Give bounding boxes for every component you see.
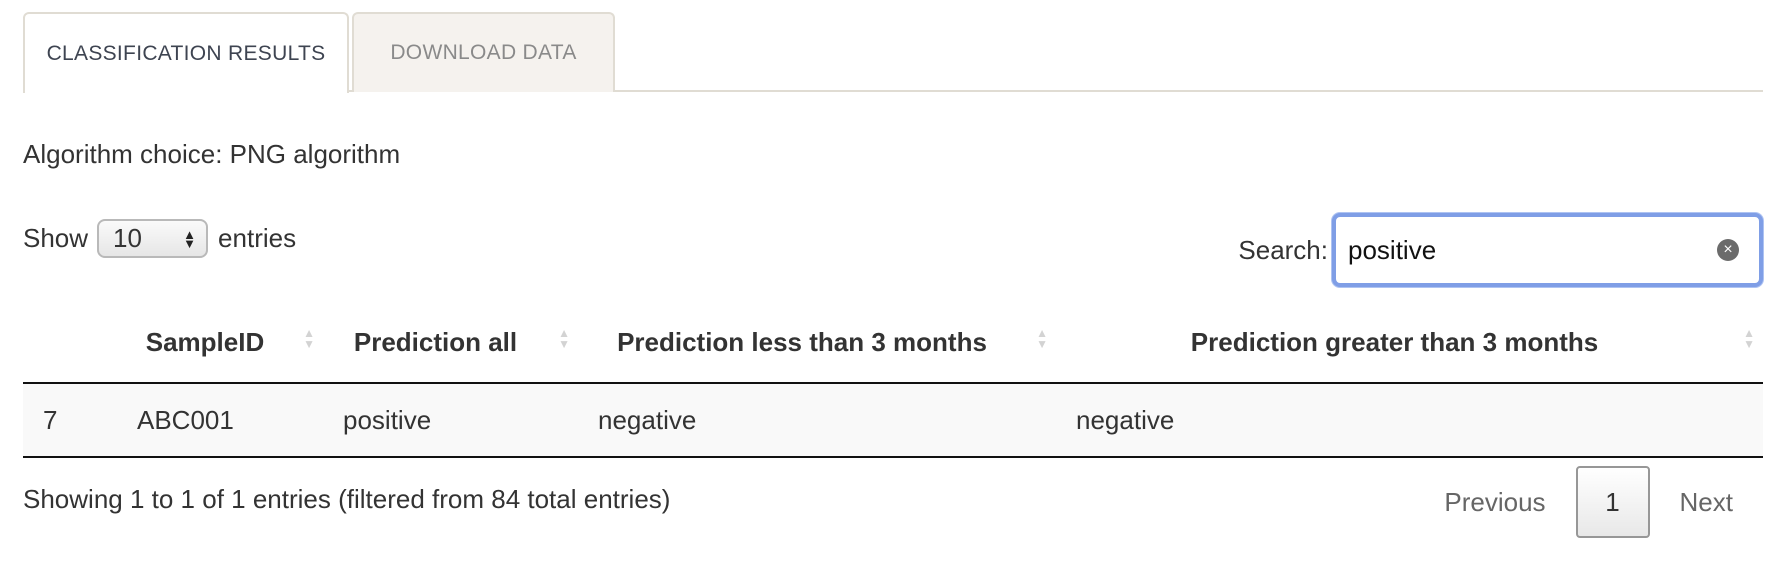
entries-per-page-value: 10 (113, 223, 142, 253)
previous-page-button[interactable]: Previous (1414, 465, 1575, 539)
table-header-row: SampleID ▲ ▼ Prediction all ▲ ▼ Prediction… (23, 305, 1763, 384)
tab-classification-results-label: CLASSIFICATION RESULTS (46, 41, 326, 65)
column-header-prediction-less-3m-label: Prediction less than 3 months (617, 327, 987, 357)
tab-bar: CLASSIFICATION RESULTS DOWNLOAD DATA (23, 0, 1763, 93)
tab-classification-results[interactable]: CLASSIFICATION RESULTS (23, 12, 349, 93)
search-box: × (1332, 213, 1763, 287)
datatable-panel: CLASSIFICATION RESULTS DOWNLOAD DATA Alg… (23, 0, 1763, 538)
tab-download-data[interactable]: DOWNLOAD DATA (352, 12, 615, 92)
table-info-text: Showing 1 to 1 of 1 entries (filtered fr… (23, 484, 671, 514)
algorithm-choice-text: Algorithm choice: PNG algorithm (23, 139, 401, 169)
entries-label: entries (218, 223, 297, 253)
column-header-prediction-greater-3m-label: Prediction greater than 3 months (1190, 327, 1599, 357)
cell-prediction-less-3m: negative (578, 383, 1056, 458)
column-header-prediction-less-3m[interactable]: Prediction less than 3 months ▲ ▼ (578, 305, 1056, 384)
table-row[interactable]: 7 ABC001 positive negative negative (23, 383, 1763, 458)
pagination: Previous 1 Next (1414, 465, 1763, 539)
cell-prediction-all: positive (323, 383, 578, 458)
next-page-button[interactable]: Next (1650, 465, 1763, 539)
cell-prediction-greater-3m: negative (1056, 383, 1763, 458)
entries-length-control: Show 10 ▲ ▼ entries (23, 219, 296, 258)
select-updown-arrows-icon: ▲ ▼ (183, 226, 197, 251)
tab-download-data-label: DOWNLOAD DATA (390, 41, 577, 64)
sort-arrows-icon: ▲ ▼ (303, 326, 315, 351)
column-header-sampleid-label: SampleID (145, 327, 265, 357)
column-header-rownum (23, 305, 117, 384)
column-header-prediction-all[interactable]: Prediction all ▲ ▼ (323, 305, 578, 384)
cell-sampleid: ABC001 (117, 383, 323, 458)
cell-rownum: 7 (23, 383, 117, 458)
search-label: Search: (1238, 234, 1328, 265)
search-control: Search: × (1238, 213, 1763, 287)
column-header-prediction-all-label: Prediction all (353, 327, 518, 357)
show-label: Show (23, 223, 89, 253)
sort-arrows-icon: ▲ ▼ (558, 326, 570, 351)
sort-arrows-icon: ▲ ▼ (1743, 326, 1755, 351)
page-1-button[interactable]: 1 (1575, 466, 1650, 538)
entries-per-page-select[interactable]: 10 ▲ ▼ (97, 219, 209, 258)
column-header-prediction-greater-3m[interactable]: Prediction greater than 3 months ▲ ▼ (1056, 305, 1763, 384)
results-table: SampleID ▲ ▼ Prediction all ▲ ▼ Prediction… (23, 305, 1763, 458)
sort-arrows-icon: ▲ ▼ (1036, 326, 1048, 351)
search-input[interactable] (1348, 234, 1715, 266)
clear-search-icon[interactable]: × (1717, 239, 1739, 261)
column-header-sampleid[interactable]: SampleID ▲ ▼ (117, 305, 323, 384)
